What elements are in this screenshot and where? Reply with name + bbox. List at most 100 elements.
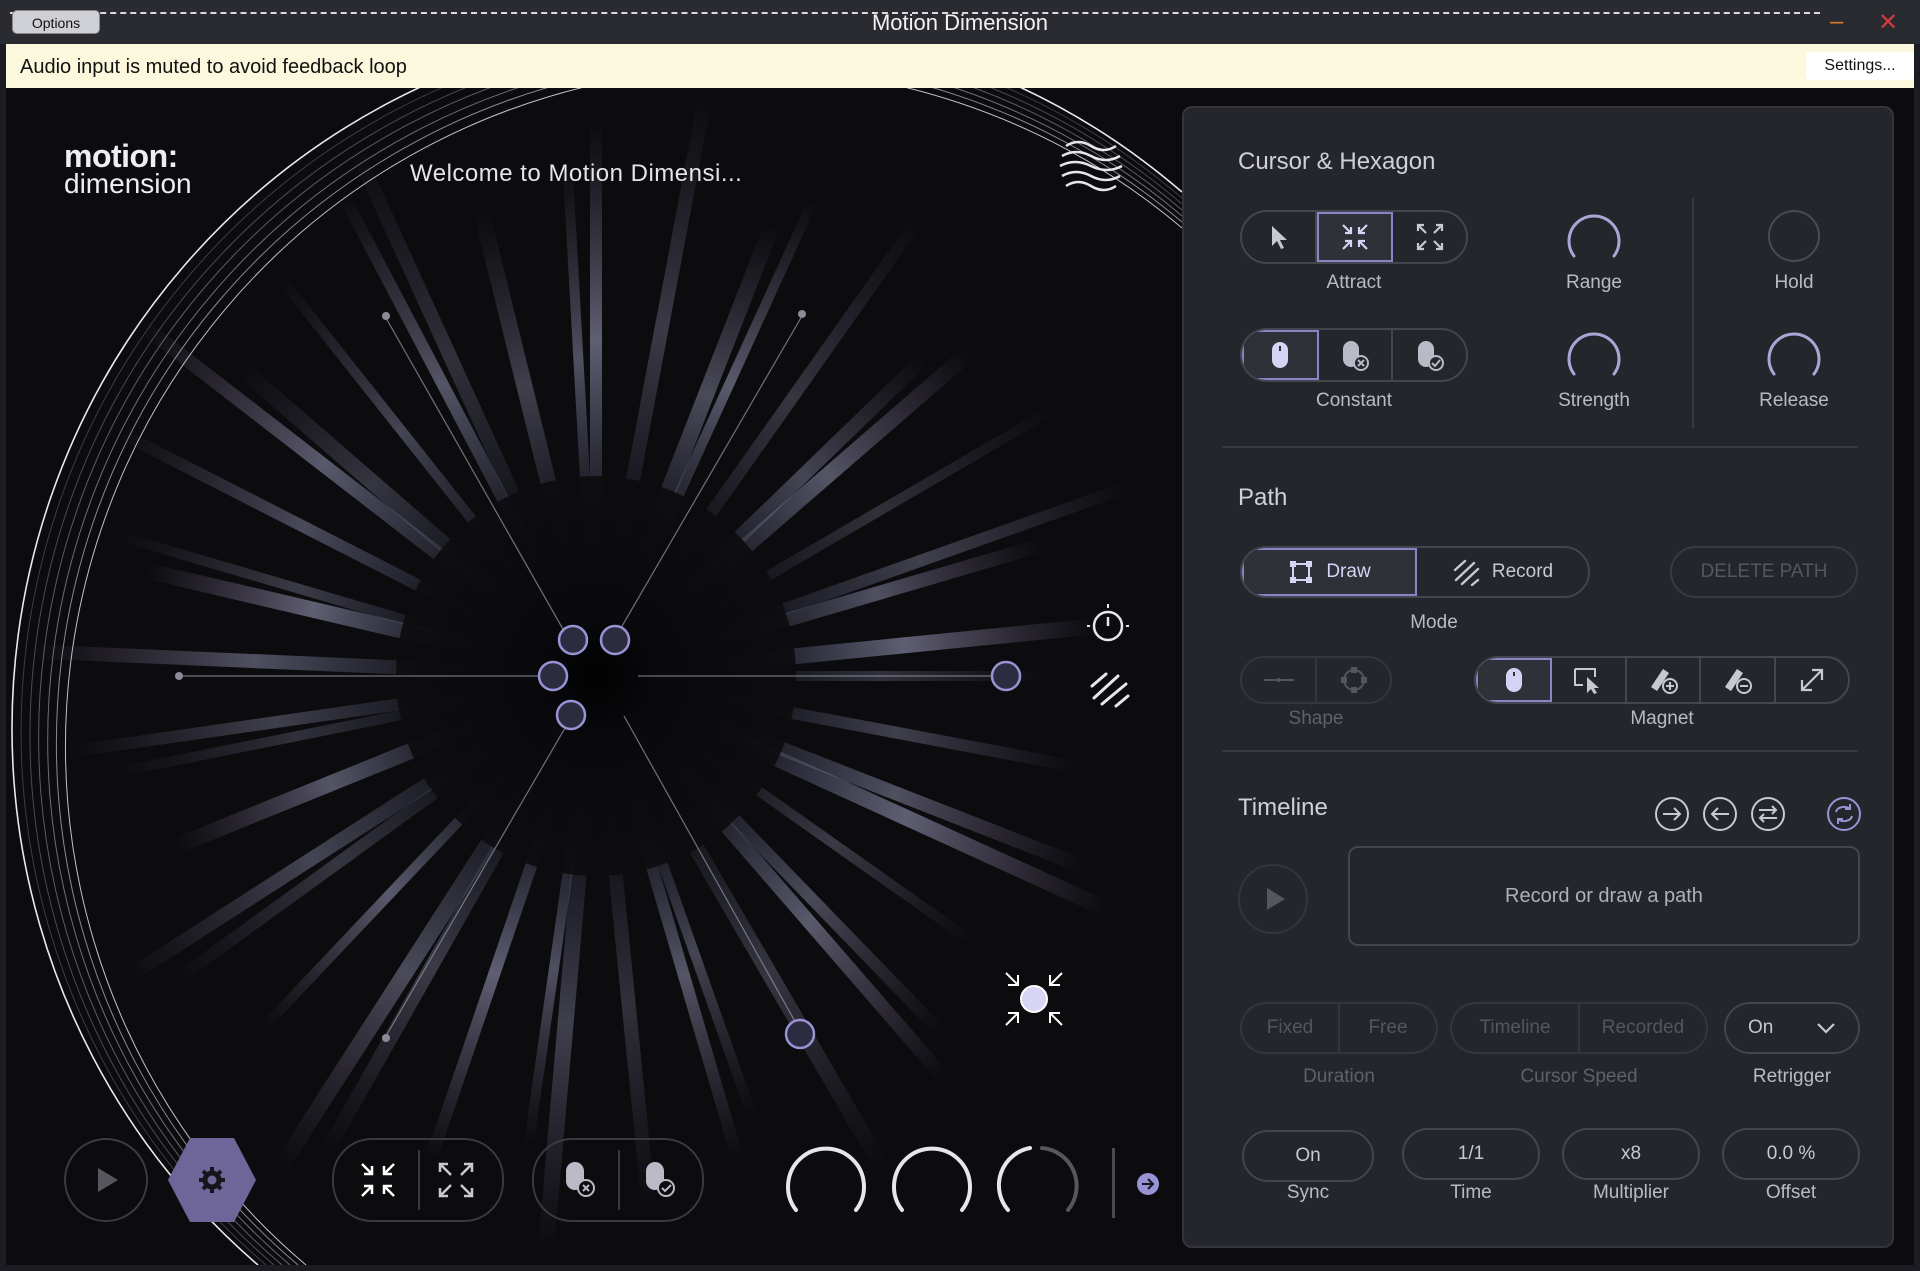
hexagon-mode-toggle[interactable] — [532, 1138, 704, 1222]
magnet-add-icon — [1651, 669, 1679, 694]
circle-shape-icon — [1340, 667, 1367, 693]
time-selector[interactable]: 1/1 — [1402, 1128, 1540, 1180]
hexagon-mouse-x-option[interactable] — [1319, 330, 1394, 380]
wave-logo-icon[interactable] — [1058, 134, 1124, 200]
strength-knob[interactable] — [1564, 324, 1624, 384]
mouse-icon — [1272, 342, 1289, 368]
cursor-speed-label: Cursor Speed — [1520, 1066, 1638, 1087]
expand-icon — [1800, 668, 1823, 692]
hexagon-constant-option[interactable] — [1242, 330, 1319, 380]
strength-knob — [892, 1146, 972, 1212]
stage-knobs[interactable] — [784, 1140, 1100, 1224]
loop-icon[interactable] — [1824, 794, 1864, 834]
sync-toggle[interactable]: On — [1242, 1130, 1374, 1182]
play-icon — [1267, 888, 1285, 910]
delete-path-button[interactable]: DELETE PATH — [1670, 546, 1858, 598]
hexagon-mode-segment[interactable] — [1240, 328, 1468, 382]
duration-free-option[interactable]: Free — [1340, 1004, 1436, 1052]
direction-backward-icon[interactable] — [1700, 794, 1740, 834]
cursor-pointer-option[interactable] — [1242, 212, 1317, 262]
hold-label: Hold — [1774, 272, 1814, 293]
shape-circle-option[interactable] — [1317, 658, 1390, 702]
control-panel: Cursor & Hexagon Attract Constant Range … — [1182, 106, 1894, 1248]
section-title-path: Path — [1238, 484, 1288, 511]
cursor-speed-segment[interactable]: Timeline Recorded — [1450, 1002, 1708, 1054]
range-knob — [786, 1146, 866, 1212]
mouse-check-icon — [1417, 341, 1444, 371]
release-knob[interactable] — [1764, 324, 1824, 384]
multiplier-selector[interactable]: x8 — [1562, 1128, 1700, 1180]
retrigger-dropdown[interactable]: On — [1724, 1002, 1860, 1054]
path-mode-segment[interactable]: Draw Record — [1240, 546, 1590, 598]
section-divider — [1222, 446, 1858, 448]
offset-field[interactable]: 0.0 % — [1722, 1128, 1860, 1180]
magnet-mouse-option[interactable] — [1476, 658, 1553, 702]
cursor-speed-recorded-option[interactable]: Recorded — [1580, 1004, 1706, 1052]
cursor-mode-toggle[interactable] — [332, 1138, 504, 1222]
cursor-speed-timeline-option[interactable]: Timeline — [1452, 1004, 1580, 1052]
sync-label: Sync — [1286, 1182, 1330, 1203]
minimize-button[interactable]: – — [1830, 8, 1843, 36]
range-label: Range — [1566, 272, 1622, 293]
shape-segment[interactable] — [1240, 656, 1392, 704]
duration-segment[interactable]: Fixed Free — [1240, 1002, 1438, 1054]
magnet-remove-option[interactable] — [1701, 658, 1776, 702]
cursor-attract-option[interactable] — [1316, 212, 1394, 262]
release-knob — [1040, 1146, 1079, 1212]
magnet-label: Magnet — [1630, 708, 1694, 729]
direction-forward-icon[interactable] — [1652, 794, 1692, 834]
magnet-add-option[interactable] — [1627, 658, 1702, 702]
mode-label: Mode — [1410, 612, 1458, 633]
path-record-icon — [1453, 559, 1480, 586]
path-draw-option[interactable]: Draw — [1242, 548, 1417, 596]
shape-line-option[interactable] — [1242, 658, 1317, 702]
release-label: Release — [1759, 390, 1829, 411]
timeline-placeholder: Record or draw a path — [1505, 884, 1703, 907]
path-record-icon[interactable] — [1088, 668, 1132, 712]
mouse-x-icon[interactable] — [560, 1160, 600, 1200]
line-shape-icon — [1263, 678, 1294, 682]
path-record-option[interactable]: Record — [1417, 548, 1588, 596]
logo-dimension: dimension — [64, 168, 192, 199]
direction-pingpong-icon[interactable] — [1748, 794, 1788, 834]
record-label: Record — [1491, 561, 1554, 582]
hexagon-mouse-check-option[interactable] — [1393, 330, 1466, 380]
settings-hex-button[interactable] — [166, 1136, 258, 1224]
expand-panel-icon[interactable] — [1136, 1172, 1160, 1196]
window-title: Motion Dimension — [871, 10, 1049, 35]
timer-icon[interactable] — [1086, 602, 1130, 646]
retrigger-label: Retrigger — [1752, 1066, 1832, 1087]
strength-label: Strength — [1558, 390, 1630, 411]
divider — [1112, 1148, 1115, 1218]
play-button[interactable] — [64, 1138, 148, 1222]
cursor-repel-option[interactable] — [1393, 212, 1466, 262]
multiplier-label: Multiplier — [1592, 1182, 1670, 1203]
mouse-check-icon[interactable] — [640, 1160, 680, 1200]
settings-button[interactable]: Settings... — [1806, 52, 1914, 80]
attract-icon[interactable] — [358, 1160, 398, 1200]
hexagon-mode-label: Constant — [1315, 390, 1393, 411]
hold-knob[interactable] — [1764, 206, 1824, 266]
timeline-area[interactable]: Record or draw a path — [1348, 846, 1860, 946]
window-titlebar: Options Motion Dimension – ✕ — [0, 0, 1920, 44]
hold-knob — [996, 1146, 1032, 1212]
magnet-select-option[interactable] — [1552, 658, 1627, 702]
select-cursor-icon — [1573, 668, 1599, 694]
feedback-warning-bar: Audio input is muted to avoid feedback l… — [6, 44, 1914, 88]
cursor-mode-label: Attract — [1326, 272, 1382, 293]
knob-divider — [1692, 198, 1694, 428]
close-button[interactable]: ✕ — [1878, 8, 1898, 37]
welcome-message: Welcome to Motion Dimensi... — [410, 160, 743, 187]
range-knob[interactable] — [1564, 206, 1624, 266]
offset-label: Offset — [1765, 1182, 1817, 1203]
repel-icon — [1416, 223, 1443, 251]
magnet-segment[interactable] — [1474, 656, 1850, 704]
repel-icon[interactable] — [436, 1160, 476, 1200]
magnet-expand-option[interactable] — [1776, 658, 1848, 702]
cursor-mode-segment[interactable] — [1240, 210, 1468, 264]
warning-message: Audio input is muted to avoid feedback l… — [20, 56, 407, 78]
chevron-down-icon — [1817, 1023, 1835, 1034]
timeline-play-button[interactable] — [1238, 864, 1308, 934]
mouse-icon — [1506, 668, 1523, 692]
duration-fixed-option[interactable]: Fixed — [1242, 1004, 1340, 1052]
